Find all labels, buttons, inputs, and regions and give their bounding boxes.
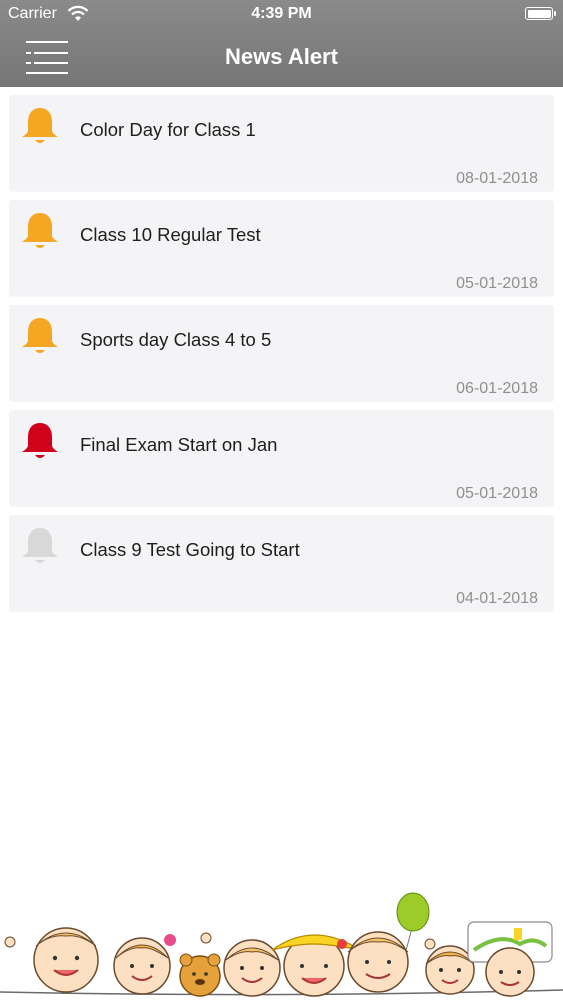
status-time: 4:39 PM bbox=[251, 5, 312, 22]
bell-icon bbox=[22, 108, 58, 143]
page-title: News Alert bbox=[225, 44, 338, 69]
header: Carrier 4:39 PM News Alert bbox=[0, 0, 563, 87]
alert-item[interactable]: Sports day Class 4 to 5 06-01-2018 bbox=[9, 305, 554, 401]
battery-icon bbox=[525, 7, 556, 20]
alert-list: Color Day for Class 1 08-01-2018 Class 1… bbox=[9, 95, 554, 620]
status-bar: Carrier 4:39 PM bbox=[0, 0, 563, 30]
bell-icon bbox=[22, 213, 58, 248]
alert-title: Final Exam Start on Jan bbox=[80, 434, 278, 455]
alert-item[interactable]: Class 9 Test Going to Start 04-01-2018 bbox=[9, 515, 554, 611]
alert-date: 05-01-2018 bbox=[456, 275, 538, 292]
bell-icon bbox=[22, 318, 58, 353]
alert-item[interactable]: Color Day for Class 1 08-01-2018 bbox=[9, 95, 554, 191]
bell-icon bbox=[22, 423, 58, 458]
alert-title: Sports day Class 4 to 5 bbox=[80, 329, 272, 350]
alert-item[interactable]: Final Exam Start on Jan 05-01-2018 bbox=[9, 410, 554, 506]
alert-date: 05-01-2018 bbox=[456, 485, 538, 502]
alert-title: Class 10 Regular Test bbox=[80, 224, 261, 245]
alert-title: Color Day for Class 1 bbox=[80, 119, 256, 140]
kids-illustration bbox=[0, 892, 563, 997]
alert-date: 08-01-2018 bbox=[456, 170, 538, 187]
alert-date: 06-01-2018 bbox=[456, 380, 538, 397]
alert-item[interactable]: Class 10 Regular Test 05-01-2018 bbox=[9, 200, 554, 296]
alert-date: 04-01-2018 bbox=[456, 590, 538, 607]
alert-title: Class 9 Test Going to Start bbox=[80, 539, 300, 560]
bell-icon bbox=[22, 528, 58, 563]
